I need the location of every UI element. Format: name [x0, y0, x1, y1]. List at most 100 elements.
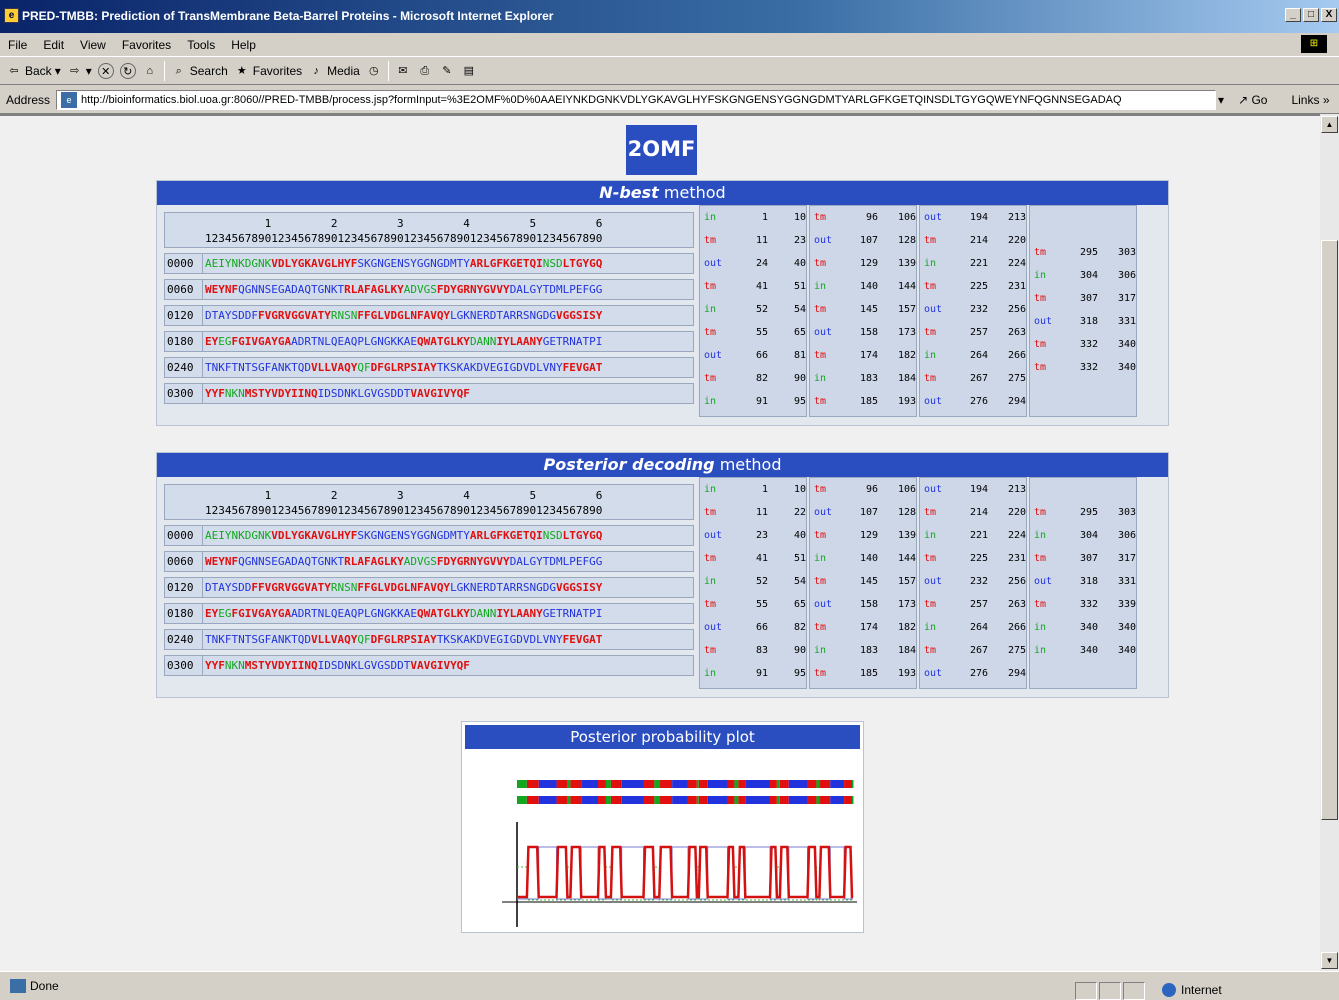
mail-icon[interactable]: ✉	[395, 63, 411, 79]
minimize-button[interactable]: _	[1285, 8, 1301, 22]
topology-start: 276	[969, 396, 988, 407]
topology-entry: tm 185 193	[810, 662, 916, 685]
topology-bar-posterior	[538, 796, 557, 804]
segment-tm: MSTYVDYIINQ	[244, 659, 318, 672]
topology-end: 275	[1007, 373, 1026, 384]
topology-end: 95	[793, 396, 806, 407]
topology-end: 82	[793, 622, 806, 633]
topology-start: 66	[755, 350, 768, 361]
back-button[interactable]: ⇦ Back ▾	[6, 63, 60, 79]
topology-label: out	[924, 484, 943, 495]
maximize-button[interactable]: □	[1303, 8, 1319, 22]
topology-start: 257	[969, 599, 988, 610]
topology-start: 295	[1079, 246, 1098, 258]
sequence-row: 0060 WEYNFQGNNSEGADAQTGNKTRLAFAGLKYADVGSF…	[164, 279, 694, 300]
topology-label: tm	[814, 484, 827, 495]
topology-bar-nbest	[738, 780, 746, 788]
topology-label: out	[1034, 315, 1053, 327]
topology-bar-posterior	[852, 796, 854, 804]
topology-start: 304	[1079, 530, 1098, 541]
topology-bar-posterior	[517, 796, 527, 804]
refresh-icon[interactable]: ↻	[119, 62, 136, 79]
sequence-row-number: 0300	[165, 656, 203, 675]
topology-end: 263	[1007, 599, 1026, 610]
topology-start: 185	[859, 668, 878, 679]
topology-end: 224	[1007, 530, 1026, 541]
toolbar-separator	[163, 60, 165, 81]
segment-out: SKGNGENSYGGNGDMTY	[357, 257, 470, 270]
links-button[interactable]: Links »	[1291, 93, 1329, 107]
menu-help[interactable]: Help	[231, 38, 256, 52]
address-input[interactable]: e http://bioinformatics.biol.uoa.gr:8060…	[56, 89, 1217, 110]
topology-bar-nbest	[769, 780, 777, 788]
topology-label: tm	[1034, 507, 1047, 518]
topology-start: 23	[755, 530, 768, 541]
segment-out: TNKFTNTSGFANKTQD	[205, 633, 311, 646]
topology-label: in	[924, 530, 937, 541]
topology-bar-posterior	[570, 796, 582, 804]
topology-entry: tm 257 263	[920, 321, 1026, 344]
topology-bar-nbest	[776, 780, 780, 788]
media-button[interactable]: ♪ Media	[308, 63, 359, 79]
topology-label: in	[704, 304, 717, 315]
sequence-text: YYFNKNMSTYVDYIINQIDSDNKLGVGSDDTVAVGIVYQF	[203, 387, 470, 400]
topology-bar-posterior	[659, 796, 673, 804]
topology-end: 193	[897, 668, 916, 679]
history-icon[interactable]: ◷	[366, 63, 382, 79]
ruler-ones: 1234567890123456789012345678901234567890…	[205, 504, 603, 517]
segment-in: NKN	[224, 659, 245, 672]
favorites-button[interactable]: ★ Favorites	[234, 63, 302, 79]
segment-tm: ARLGFKGETQI	[469, 257, 543, 270]
topology-bar-nbest	[816, 780, 820, 788]
sequence-row-number: 0120	[165, 578, 203, 597]
sequence-row: 0180 EYEGFGIVGAYGAADRTNLQEAQPLGNGKKAEQWAT…	[164, 331, 694, 352]
scroll-down-icon[interactable]: ▼	[1321, 952, 1338, 969]
sequence-row-number: 0240	[165, 630, 203, 649]
menu-tools[interactable]: Tools	[187, 38, 215, 52]
address-dropdown-icon[interactable]: ▾	[1218, 93, 1224, 107]
menu-favorites[interactable]: Favorites	[122, 38, 171, 52]
topology-start: 96	[865, 484, 878, 495]
sequence-row: 0300 YYFNKNMSTYVDYIINQIDSDNKLGVGSDDTVAVGI…	[164, 655, 694, 676]
sequence-text: AEIYNKDGNKVDLYGKAVGLHYFSKGNGENSYGGNGDMTY…	[203, 257, 602, 270]
vertical-scrollbar[interactable]: ▲ ▼	[1320, 114, 1339, 971]
topology-end: 54	[793, 304, 806, 315]
topology-entry: tm 295 303	[1030, 241, 1136, 264]
menu-edit[interactable]: Edit	[43, 38, 64, 52]
topology-entry: tm 174 182	[810, 344, 916, 367]
sequence-row: 0300 YYFNKNMSTYVDYIINQIDSDNKLGVGSDDTVAVGI…	[164, 383, 694, 404]
scroll-up-icon[interactable]: ▲	[1321, 116, 1338, 133]
go-button[interactable]: ↗ Go	[1238, 93, 1267, 107]
topology-end: 90	[793, 645, 806, 656]
topology-entry: tm 82 90	[700, 367, 806, 390]
forward-button[interactable]: ⇨ ▾	[67, 63, 92, 79]
topology-end: 331	[1117, 315, 1136, 327]
segment-out: LGKNERDTARRSNGDG	[450, 581, 557, 594]
home-icon[interactable]: ⌂	[142, 63, 158, 79]
topology-start: 52	[755, 576, 768, 587]
segment-in: DANN	[469, 335, 497, 348]
close-button[interactable]: X	[1321, 8, 1337, 22]
segment-tm: RLAFAGLKY	[344, 283, 404, 296]
segment-tm: RLAFAGLKY	[344, 555, 404, 568]
topology-entry: in 340 340	[1030, 616, 1136, 639]
discuss-icon[interactable]: ▤	[461, 63, 477, 79]
scroll-thumb[interactable]	[1321, 240, 1338, 820]
toolbar-separator	[387, 60, 389, 81]
topology-bar-posterior	[672, 796, 688, 804]
topology-end: 303	[1117, 507, 1136, 518]
print-icon[interactable]: ⎙	[417, 63, 433, 79]
media-icon: ♪	[313, 64, 319, 77]
window-title: PRED-TMBB: Prediction of TransMembrane B…	[22, 9, 554, 23]
search-button[interactable]: ⌕ Search	[171, 63, 228, 79]
edit-icon[interactable]: ✎	[439, 63, 455, 79]
topology-start: 1	[761, 212, 768, 223]
topology-label: in	[1034, 645, 1047, 656]
stop-icon[interactable]: ✕	[97, 62, 114, 79]
menu-file[interactable]: File	[8, 38, 27, 52]
topology-end: 231	[1007, 553, 1026, 564]
menu-view[interactable]: View	[80, 38, 106, 52]
sequence-text: YYFNKNMSTYVDYIINQIDSDNKLGVGSDDTVAVGIVYQF	[203, 659, 470, 672]
topology-start: 340	[1079, 645, 1098, 656]
topology-bar-posterior	[687, 796, 697, 804]
